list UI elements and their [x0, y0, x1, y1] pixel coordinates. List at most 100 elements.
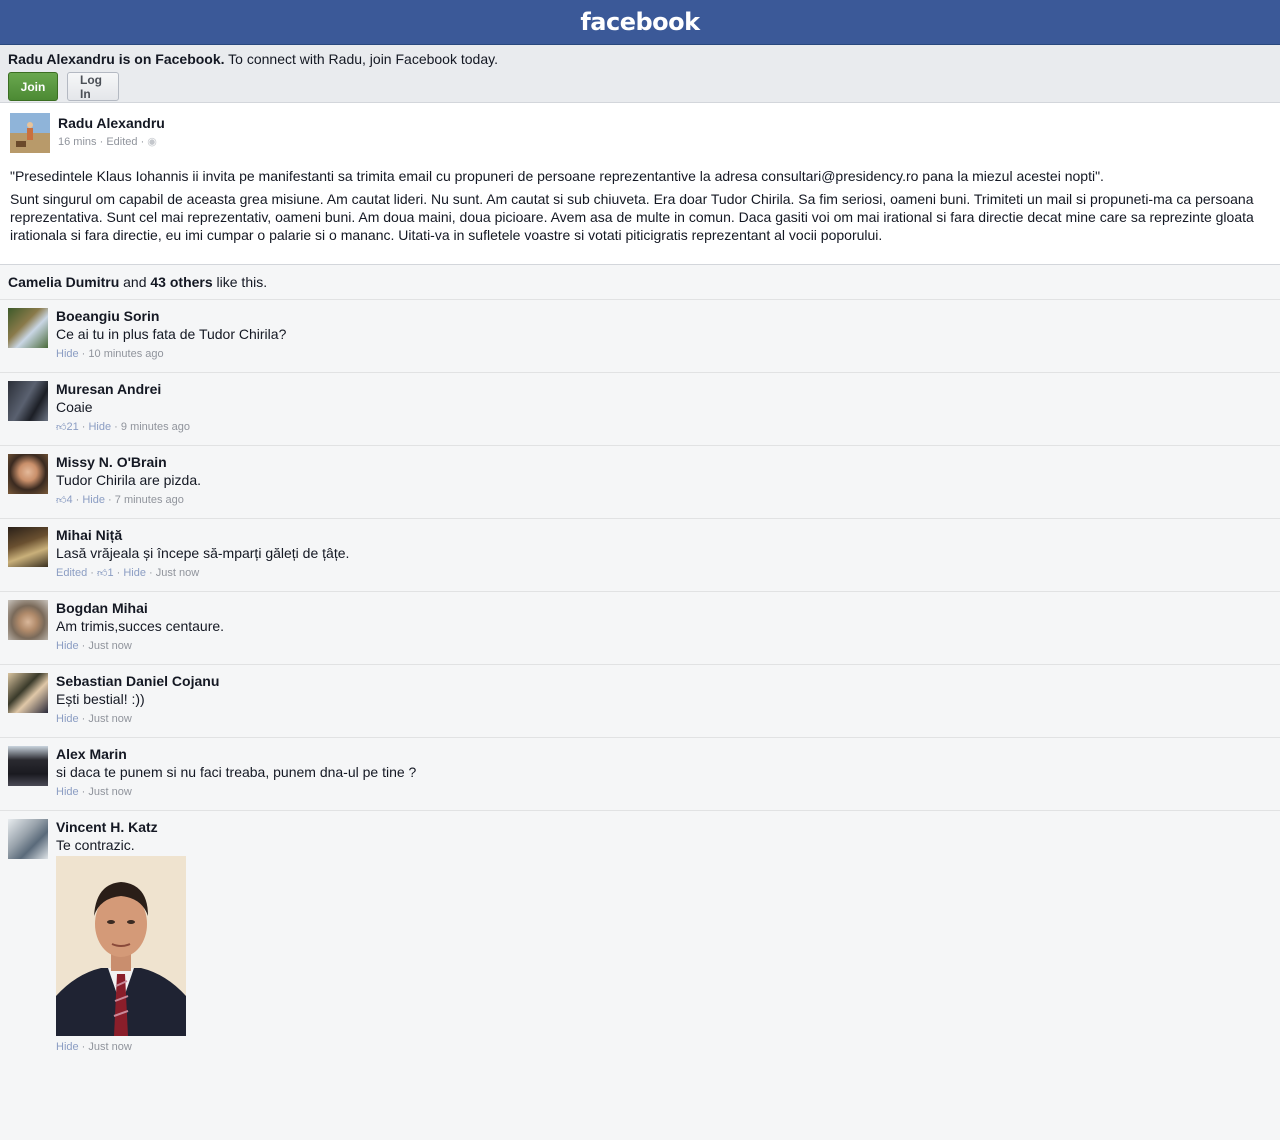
post-meta: 16 mins · Edited · ◉	[58, 135, 165, 148]
comment-meta: Hide · Just now	[56, 785, 416, 799]
comment-text: Tudor Chirila are pizda.	[56, 472, 201, 488]
join-bar: Radu Alexandru is on Facebook. To connec…	[0, 45, 1280, 103]
commenter-name[interactable]: Sebastian Daniel Cojanu	[56, 673, 219, 690]
commenter-avatar[interactable]	[8, 454, 48, 494]
likes-others[interactable]: 43 others	[150, 274, 212, 290]
comment-text: Te contrazic.	[56, 837, 135, 853]
comment: Alex Marin si daca te punem si nu faci t…	[0, 738, 1280, 811]
hide-link[interactable]: Hide	[88, 421, 111, 433]
author-avatar-image	[10, 113, 50, 153]
commenter-name[interactable]: Boeangiu Sorin	[56, 308, 286, 325]
meta-sep: ·	[78, 348, 89, 360]
comment-time[interactable]: Just now	[88, 1041, 131, 1053]
post-header: Radu Alexandru 16 mins · Edited · ◉	[10, 113, 1270, 153]
commenter-avatar[interactable]	[8, 673, 48, 713]
likes-and: and	[119, 274, 151, 290]
post-time[interactable]: 16 mins	[58, 136, 97, 148]
comment-time[interactable]: 10 minutes ago	[88, 348, 163, 360]
comment-meta: 👍︎21 · Hide · 9 minutes ago	[56, 420, 190, 435]
comment-meta: Hide · Just now	[56, 1040, 186, 1054]
join-buttons: Join Log In	[8, 72, 1272, 101]
meta-sep: ·	[137, 136, 148, 148]
comment-text: Lasă vrăjeala și începe să-mparți găleți…	[56, 545, 350, 561]
comment: Bogdan Mihai Am trimis,succes centaure. …	[0, 592, 1280, 665]
comment: Boeangiu Sorin Ce ai tu in plus fata de …	[0, 300, 1280, 373]
edited-link[interactable]: Edited	[56, 567, 87, 579]
join-message-name: Radu Alexandru is on Facebook.	[8, 51, 225, 67]
comment-meta: Edited · 👍︎1 · Hide · Just now	[56, 566, 349, 581]
meta-sep: ·	[78, 1041, 89, 1053]
post-paragraph-1: "Presedintele Klaus Iohannis ii invita p…	[10, 168, 1104, 184]
liker-name[interactable]: Camelia Dumitru	[8, 274, 119, 290]
comment-time[interactable]: Just now	[156, 567, 199, 579]
commenter-avatar[interactable]	[8, 819, 48, 859]
join-message-text: To connect with Radu, join Facebook toda…	[224, 51, 498, 67]
commenter-name[interactable]: Alex Marin	[56, 746, 416, 763]
top-bar: facebook	[0, 0, 1280, 45]
meta-sep: ·	[78, 640, 89, 652]
comment-text: Coaie	[56, 399, 93, 415]
like-thumb-icon[interactable]: 👍︎	[97, 567, 107, 581]
comment-time[interactable]: Just now	[88, 786, 131, 798]
comment-text: si daca te punem si nu faci treaba, pune…	[56, 764, 417, 780]
comment-time[interactable]: Just now	[88, 640, 131, 652]
commenter-avatar[interactable]	[8, 600, 48, 640]
commenter-name[interactable]: Muresan Andrei	[56, 381, 190, 398]
login-button[interactable]: Log In	[67, 72, 119, 101]
comment-text: Ești bestial! :))	[56, 691, 145, 707]
globe-icon: ◉	[147, 136, 157, 148]
hide-link[interactable]: Hide	[56, 640, 79, 652]
comment-meta: 👍︎4 · Hide · 7 minutes ago	[56, 493, 201, 508]
hide-link[interactable]: Hide	[123, 567, 146, 579]
likes-summary: Camelia Dumitru and 43 others like this.	[0, 265, 1280, 300]
commenter-avatar[interactable]	[8, 527, 48, 567]
like-thumb-icon[interactable]: 👍︎	[56, 421, 66, 435]
comment-meta: Hide · Just now	[56, 639, 224, 653]
meta-sep: ·	[96, 136, 107, 148]
join-message: Radu Alexandru is on Facebook. To connec…	[8, 51, 1272, 67]
comment: Missy N. O'Brain Tudor Chirila are pizda…	[0, 446, 1280, 519]
hide-link[interactable]: Hide	[56, 713, 79, 725]
post-edited[interactable]: Edited	[106, 136, 137, 148]
commenter-name[interactable]: Mihai Niță	[56, 527, 349, 544]
like-thumb-icon[interactable]: 👍︎	[56, 494, 66, 508]
comment-time[interactable]: 7 minutes ago	[115, 494, 184, 506]
comment-photo[interactable]	[56, 856, 186, 1036]
meta-sep: ·	[145, 567, 156, 579]
hide-link[interactable]: Hide	[56, 1041, 79, 1053]
facebook-logo[interactable]: facebook	[580, 8, 700, 36]
join-button[interactable]: Join	[8, 72, 58, 101]
commenter-avatar[interactable]	[8, 381, 48, 421]
author-avatar[interactable]	[10, 113, 50, 153]
hide-link[interactable]: Hide	[82, 494, 105, 506]
meta-sep: ·	[104, 494, 115, 506]
commenter-name[interactable]: Vincent H. Katz	[56, 819, 186, 836]
meta-sep: ·	[113, 567, 124, 579]
commenter-name[interactable]: Missy N. O'Brain	[56, 454, 201, 471]
post-author[interactable]: Radu Alexandru	[58, 115, 165, 131]
post-paragraph-2: Sunt singurul om capabil de aceasta grea…	[10, 191, 1254, 243]
comment-meta: Hide · 10 minutes ago	[56, 347, 286, 361]
comment-text: Ce ai tu in plus fata de Tudor Chirila?	[56, 326, 287, 342]
comment: Muresan Andrei Coaie 👍︎21 · Hide · 9 min…	[0, 373, 1280, 446]
comment-time[interactable]: 9 minutes ago	[121, 421, 190, 433]
portrait-image	[56, 856, 186, 1036]
likes-suffix: like this.	[212, 274, 268, 290]
commenter-avatar[interactable]	[8, 308, 48, 348]
comment: Sebastian Daniel Cojanu Ești bestial! :)…	[0, 665, 1280, 738]
comment-time[interactable]: Just now	[88, 713, 131, 725]
comment-text: Am trimis,succes centaure.	[56, 618, 225, 634]
meta-sep: ·	[72, 494, 83, 506]
comment: Mihai Niță Lasă vrăjeala și începe să-mp…	[0, 519, 1280, 592]
post-body: "Presedintele Klaus Iohannis ii invita p…	[10, 167, 1270, 244]
hide-link[interactable]: Hide	[56, 348, 79, 360]
hide-link[interactable]: Hide	[56, 786, 79, 798]
comment-meta: Hide · Just now	[56, 712, 219, 726]
commenter-avatar[interactable]	[8, 746, 48, 786]
meta-sep: ·	[78, 786, 89, 798]
comment-like-count[interactable]: 21	[66, 421, 78, 433]
commenter-name[interactable]: Bogdan Mihai	[56, 600, 224, 617]
meta-sep: ·	[87, 567, 97, 579]
comment: Vincent H. Katz Te contrazic. Hide · Jus…	[0, 811, 1280, 1054]
meta-sep: ·	[78, 713, 89, 725]
